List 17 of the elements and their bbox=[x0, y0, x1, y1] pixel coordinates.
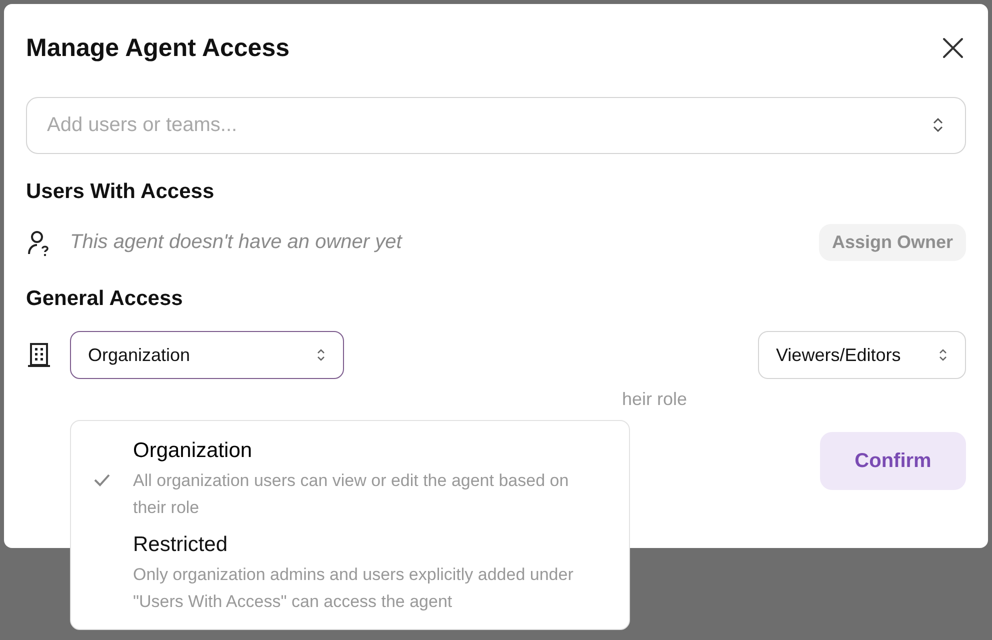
dialog-title: Manage Agent Access bbox=[26, 34, 290, 62]
building-icon bbox=[26, 342, 52, 368]
role-select[interactable]: Viewers/Editors bbox=[758, 331, 966, 379]
empty-owner-text: This agent doesn't have an owner yet bbox=[70, 231, 404, 254]
menu-option[interactable]: Organization All organization users can view or edit the agent based on their role bbox=[71, 435, 629, 525]
chevron-updown-icon bbox=[316, 347, 326, 363]
access-select[interactable]: Organization bbox=[70, 331, 344, 379]
section-heading: Users With Access bbox=[26, 180, 216, 204]
confirm-button[interactable]: Confirm bbox=[820, 432, 966, 490]
menu-option[interactable]: Restricted Only organization admins and users explicitly added under "Users With Access" can access the agent bbox=[71, 529, 629, 619]
check-icon bbox=[93, 473, 111, 487]
section-heading: General Access bbox=[26, 287, 184, 311]
access-description: heir role bbox=[622, 389, 688, 409]
chevron-updown-icon bbox=[932, 116, 944, 134]
search-field[interactable]: Add users or teams... bbox=[26, 97, 966, 154]
chevron-updown-icon bbox=[938, 347, 948, 363]
close-icon[interactable] bbox=[942, 37, 964, 59]
